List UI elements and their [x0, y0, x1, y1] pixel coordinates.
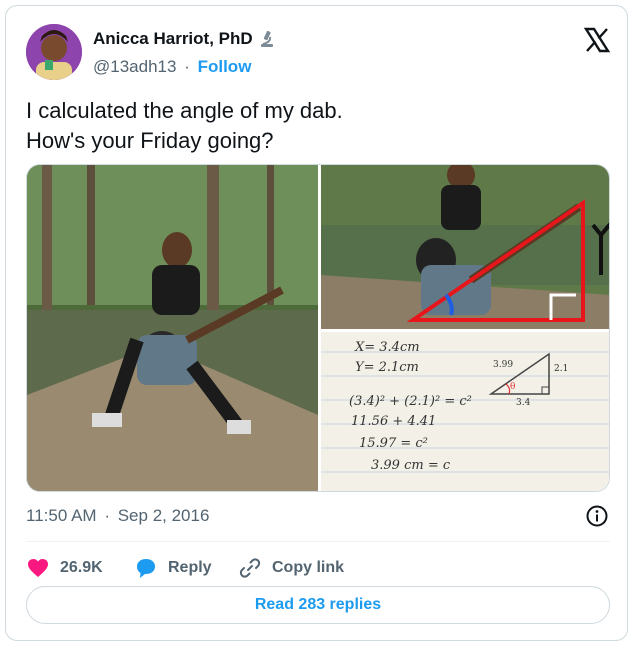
like-count: 26.9K [60, 559, 103, 576]
separator-dot: · [184, 57, 190, 76]
heart-icon [28, 559, 48, 577]
link-icon [239, 558, 261, 578]
x-logo-icon[interactable] [583, 26, 611, 54]
follow-button[interactable]: Follow [198, 57, 252, 76]
tweet-line-2: How's your Friday going? [26, 128, 274, 153]
tweet-date: Sep 2, 2016 [117, 506, 210, 525]
note-eq3: 15.97 = c² [359, 436, 428, 451]
tweet-time: 11:50 AM [26, 506, 97, 525]
photo-notebook-math[interactable]: X= 3.4cm Y= 2.1cm (3.4)² + (2.1)² = c² 1… [321, 332, 609, 491]
note-x: X= 3.4cm [355, 340, 420, 355]
author-name-row: Anicca Harriot, PhD [93, 29, 277, 49]
photo-dab-triangle[interactable] [321, 165, 609, 329]
tweet-text: I calculated the angle of my dab. How's … [26, 96, 343, 156]
like-button[interactable]: 26.9K [26, 556, 134, 580]
note-tri-angle: θ [510, 382, 516, 392]
media-grid: X= 3.4cm Y= 2.1cm (3.4)² + (2.1)² = c² 1… [26, 164, 610, 492]
reply-label: Reply [168, 559, 212, 576]
note-tri-base: 3.4 [516, 398, 531, 408]
note-eq2: 11.56 + 4.41 [351, 414, 437, 429]
author-handle[interactable]: @13adh13 [93, 57, 176, 76]
author-name[interactable]: Anicca Harriot, PhD [93, 29, 253, 49]
copy-link-label: Copy link [272, 559, 345, 576]
photo-dab-left[interactable] [27, 165, 318, 491]
tweet-line-1: I calculated the angle of my dab. [26, 98, 343, 123]
divider [26, 541, 610, 542]
author-handle-row: @13adh13 · Follow [93, 57, 251, 77]
action-bar: 26.9K Reply Copy link [26, 552, 378, 584]
read-replies-button[interactable]: Read 283 replies [26, 586, 610, 624]
reply-button[interactable]: Reply [134, 556, 238, 580]
meta-separator: · [104, 506, 110, 525]
tweet-timestamp[interactable]: 11:50 AM · Sep 2, 2016 [26, 506, 209, 526]
note-tri-hyp: 3.99 [493, 360, 514, 370]
note-tri-side: 2.1 [554, 364, 569, 374]
microscope-icon [260, 30, 273, 47]
note-y: Y= 2.1cm [355, 360, 419, 375]
info-icon[interactable] [585, 504, 609, 528]
avatar[interactable] [26, 24, 82, 80]
reply-bubble-icon [137, 559, 155, 578]
copy-link-button[interactable]: Copy link [238, 556, 378, 580]
note-eq4: 3.99 cm = c [371, 458, 451, 473]
tweet-card: Anicca Harriot, PhD @13adh13 · Follow I … [5, 5, 628, 641]
note-eq1: (3.4)² + (2.1)² = c² [349, 394, 472, 409]
